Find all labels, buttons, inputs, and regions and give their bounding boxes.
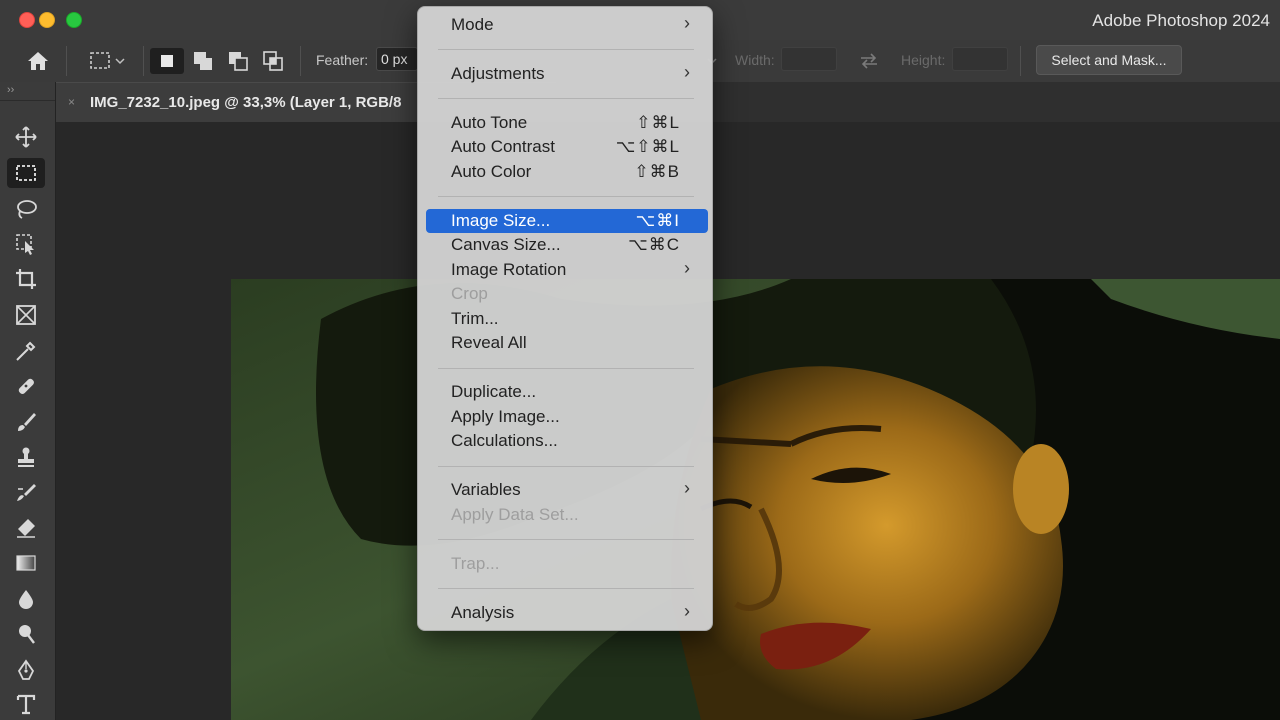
- window-zoom-button[interactable]: [66, 12, 82, 28]
- width-label: Width:: [735, 52, 775, 68]
- close-tab-icon[interactable]: ×: [68, 95, 75, 109]
- menu-item-adjustments[interactable]: Adjustments ›: [426, 62, 708, 86]
- submenu-arrow-icon: ›: [684, 13, 690, 33]
- menu-item-trim[interactable]: Trim...: [426, 307, 708, 331]
- new-selection-button[interactable]: [150, 48, 184, 74]
- rectangular-marquee-tool-icon[interactable]: [7, 158, 45, 188]
- gradient-tool-icon[interactable]: [7, 548, 45, 578]
- menu-item-image-size[interactable]: Image Size... ⌥⌘I: [426, 209, 708, 233]
- document-canvas-image[interactable]: [231, 279, 1280, 720]
- height-label: Height:: [901, 52, 946, 68]
- add-to-selection-button[interactable]: [188, 48, 218, 74]
- marquee-preset-picker[interactable]: [80, 48, 134, 74]
- shortcut-label: ⌥⌘C: [628, 235, 680, 254]
- menu-item-variables[interactable]: Variables ›: [426, 478, 708, 502]
- portrait-photo: [231, 279, 1280, 720]
- submenu-arrow-icon: ›: [684, 478, 690, 498]
- menu-item-crop: Crop: [451, 284, 488, 303]
- menu-item-canvas-size[interactable]: Canvas Size... ⌥⌘C: [426, 233, 708, 257]
- chevron-down-icon: [115, 58, 125, 65]
- shortcut-label: ⇧⌘L: [636, 113, 680, 132]
- tools-panel: ››: [0, 82, 56, 720]
- menu-item-apply-image[interactable]: Apply Image...: [426, 405, 708, 429]
- menu-item-auto-color[interactable]: Auto Color ⇧⌘B: [426, 160, 708, 184]
- window-close-button[interactable]: [19, 12, 35, 28]
- crop-tool-icon[interactable]: [7, 264, 45, 294]
- feather-label: Feather:: [316, 52, 369, 68]
- height-input[interactable]: [952, 47, 1008, 71]
- home-icon[interactable]: [22, 48, 54, 74]
- select-and-mask-button[interactable]: Select and Mask...: [1036, 45, 1182, 75]
- spot-healing-brush-icon[interactable]: [7, 371, 45, 401]
- move-tool-icon[interactable]: [7, 122, 45, 152]
- frame-tool-icon[interactable]: [7, 300, 45, 330]
- dodge-tool-icon[interactable]: [7, 619, 45, 649]
- menu-item-image-rotation[interactable]: Image Rotation ›: [426, 258, 708, 282]
- menu-item-mode[interactable]: Mode ›: [426, 13, 708, 37]
- pen-tool-icon[interactable]: [7, 655, 45, 685]
- app-title: Adobe Photoshop 2024: [1092, 11, 1270, 30]
- menu-item-trap: Trap...: [451, 554, 500, 573]
- menu-item-calculations[interactable]: Calculations...: [426, 429, 708, 453]
- object-selection-tool-icon[interactable]: [7, 229, 45, 259]
- clone-stamp-tool-icon[interactable]: [7, 442, 45, 472]
- brush-tool-icon[interactable]: [7, 407, 45, 437]
- menu-item-apply-data-set: Apply Data Set...: [451, 505, 579, 524]
- menu-item-auto-tone[interactable]: Auto Tone ⇧⌘L: [426, 111, 708, 135]
- width-input[interactable]: [781, 47, 837, 71]
- intersect-selection-button[interactable]: [258, 48, 288, 74]
- panel-collapse-icon[interactable]: ››: [7, 84, 14, 96]
- blur-tool-icon[interactable]: [7, 584, 45, 614]
- menu-item-analysis[interactable]: Analysis ›: [426, 601, 708, 625]
- eraser-tool-icon[interactable]: [7, 513, 45, 543]
- shortcut-label: ⌥⇧⌘L: [615, 137, 680, 156]
- image-menu: Mode › Adjustments › Auto Tone ⇧⌘L Auto …: [417, 6, 713, 631]
- menu-item-duplicate[interactable]: Duplicate...: [426, 380, 708, 404]
- window-minimize-button[interactable]: [39, 12, 55, 28]
- document-tab-title: IMG_7232_10.jpeg @ 33,3% (Layer 1, RGB/8: [90, 94, 402, 111]
- menu-item-reveal-all[interactable]: Reveal All: [426, 331, 708, 355]
- subtract-from-selection-button[interactable]: [223, 48, 253, 74]
- menu-item-auto-contrast[interactable]: Auto Contrast ⌥⇧⌘L: [426, 135, 708, 159]
- shortcut-label: ⇧⌘B: [634, 162, 680, 181]
- eyedropper-tool-icon[interactable]: [7, 336, 45, 366]
- lasso-tool-icon[interactable]: [7, 194, 45, 224]
- history-brush-tool-icon[interactable]: [7, 478, 45, 508]
- submenu-arrow-icon: ›: [684, 62, 690, 82]
- feather-input[interactable]: 0 px: [376, 47, 418, 71]
- submenu-arrow-icon: ›: [684, 601, 690, 621]
- type-tool-icon[interactable]: [7, 689, 45, 719]
- submenu-arrow-icon: ›: [684, 258, 690, 278]
- shortcut-label: ⌥⌘I: [635, 211, 680, 230]
- swap-dimensions-icon[interactable]: [856, 48, 882, 74]
